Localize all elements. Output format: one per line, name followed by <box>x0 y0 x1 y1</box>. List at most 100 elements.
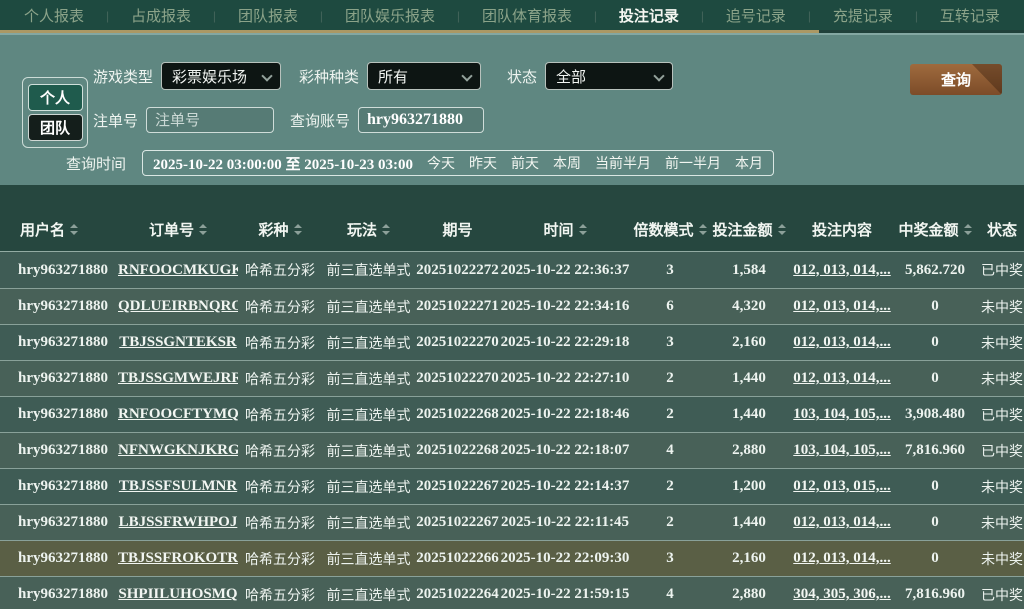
quick-range-button-3[interactable]: 前天 <box>511 153 539 173</box>
cell-bet-content-link[interactable]: 012, 013, 014,... <box>793 334 891 350</box>
cell-bet-content-link[interactable]: 012, 013, 014,... <box>793 262 891 278</box>
cell-bet-content-link[interactable]: 103, 104, 105,... <box>793 406 891 422</box>
column-header[interactable]: 玩法 <box>322 219 415 240</box>
cell-bet-content-link[interactable]: 012, 013, 014,... <box>793 298 891 314</box>
nav-tab-6[interactable]: 投注记录 <box>619 5 679 26</box>
nav-tab-7[interactable]: 追号记录 <box>726 5 786 26</box>
quick-range-button-5[interactable]: 当前半月 <box>595 153 651 173</box>
cell-lottery: 哈希五分彩 <box>245 370 315 387</box>
sort-icon[interactable] <box>382 223 390 235</box>
column-header-label: 彩种 <box>258 221 289 239</box>
cell-order-no: SHPIILUHOSMQ <box>118 586 238 603</box>
order-no-label: 注单号 <box>93 112 139 130</box>
betting-records-page: 个人报表 | 占成报表 | 团队报表 | 团队娱乐报表 | 团队体育报表 | 投注记录 | 追号记录 | 充… <box>0 0 1024 609</box>
cell-bet-content: 304, 305, 306,... <box>788 586 896 603</box>
chevron-down-icon <box>655 72 663 80</box>
sort-icon[interactable] <box>70 223 79 235</box>
column-header[interactable]: 期号 <box>415 219 500 240</box>
nav-tab-4[interactable]: 团队娱乐报表 <box>345 5 435 26</box>
quick-range-button-4[interactable]: 本周 <box>553 153 581 173</box>
column-header[interactable]: 中奖金额 <box>896 219 974 240</box>
cell-order-no-link[interactable]: TBJSSFSULMNR <box>119 478 237 494</box>
cell-bet-content-link[interactable]: 012, 013, 014,... <box>793 514 891 530</box>
quick-range-button-7[interactable]: 本月 <box>735 153 763 173</box>
column-header[interactable]: 状态 <box>974 219 1024 240</box>
column-header[interactable]: 倍数模式 <box>630 219 710 240</box>
nav-tab-2[interactable]: 占成报表 <box>131 5 191 26</box>
scope-personal-button[interactable]: 个人 <box>27 83 83 111</box>
cell-play: 前三直选单式 <box>326 586 411 603</box>
quick-range-button-2[interactable]: 昨天 <box>469 153 497 173</box>
query-button[interactable]: 查询 <box>910 64 1002 95</box>
column-header[interactable]: 投注内容 <box>788 219 896 240</box>
cell-status: 已中奖 <box>981 586 1023 603</box>
cell-order-no: TBJSSFROKOTR <box>118 550 238 567</box>
sort-desc-icon <box>963 230 972 235</box>
cell-time: 2025-10-22 22:29:18 <box>500 334 630 350</box>
cell-username: hry963271880 <box>18 334 108 350</box>
cell-bet-content-link[interactable]: 304, 305, 306,... <box>793 586 891 602</box>
sort-icon[interactable] <box>963 223 972 235</box>
cell-order-no-link[interactable]: LBJSSFRWHPOJ <box>119 514 238 530</box>
nav-tab-9[interactable]: 互转记录 <box>940 5 1000 26</box>
nav-tab-5[interactable]: 团队体育报表 <box>482 5 572 26</box>
sort-icon[interactable] <box>698 223 707 235</box>
nav-tab-1[interactable]: 个人报表 <box>24 5 84 26</box>
cell-bet-content-link[interactable]: 012, 013, 015,... <box>793 478 891 494</box>
table-header-row: 用户名 订单号 彩种 玩法 期号 时间 倍数模式 投注金额 投注内容 中奖金额 状态 <box>0 185 1024 252</box>
game-type-select[interactable]: 彩票娱乐场 <box>161 62 282 90</box>
cell-bet-content-link[interactable]: 012, 013, 014,... <box>793 550 891 566</box>
order-no-input[interactable] <box>146 107 275 133</box>
column-header-label: 倍数模式 <box>633 221 694 239</box>
nav-tab-8[interactable]: 充提记录 <box>833 5 893 26</box>
table-row: hry963271880 SHPIILUHOSMQ 哈希五分彩 前三直选单式 20251… <box>0 576 1024 609</box>
cell-multiplier: 2 <box>666 370 674 386</box>
cell-bet-content-link[interactable]: 103, 104, 105,... <box>793 442 891 458</box>
sort-icon[interactable] <box>777 223 786 235</box>
column-header[interactable]: 订单号 <box>118 219 238 240</box>
cell-order-no-link[interactable]: RNFOOCMKUGKP <box>118 262 238 278</box>
table-row: hry963271880 TBJSSFSULMNR 哈希五分彩 前三直选单式 20251… <box>0 468 1024 504</box>
cell-order-no-link[interactable]: TBJSSGNTEKSR <box>119 334 237 350</box>
daterange-input[interactable]: 2025-10-22 03:00:00 至 2025-10-23 03:00:0 <box>153 153 413 174</box>
cell-username: hry963271880 <box>18 406 108 422</box>
sort-icon[interactable] <box>578 223 587 235</box>
column-header-label: 时间 <box>543 221 574 239</box>
table-row: hry963271880 TBJSSGMWEJRR 哈希五分彩 前三直选单式 20251… <box>0 360 1024 396</box>
cell-play: 前三直选单式 <box>326 442 411 459</box>
cell-order-no-link[interactable]: QDLUEIRBNQRO <box>118 298 238 314</box>
lottery-kind-select[interactable]: 所有 <box>367 62 482 90</box>
sort-desc-icon <box>777 230 786 235</box>
cell-play: 前三直选单式 <box>326 550 411 567</box>
lottery-kind-label: 彩种种类 <box>299 68 360 86</box>
cell-order-no-link[interactable]: SHPIILUHOSMQ <box>118 586 237 602</box>
table-row: hry963271880 RNFOOCFTYMQP 哈希五分彩 前三直选单式 20251… <box>0 396 1024 432</box>
cell-order-no: RNFOOCFTYMQP <box>118 406 238 423</box>
quick-range-button-6[interactable]: 前一半月 <box>665 153 721 173</box>
cell-order-no-link[interactable]: NFNWGKNJKRGL <box>118 442 238 458</box>
sort-asc-icon <box>199 223 207 228</box>
sort-asc-icon <box>382 223 390 228</box>
column-header-label: 用户名 <box>20 221 66 239</box>
status-select[interactable]: 全部 <box>545 62 674 90</box>
nav-tab-3[interactable]: 团队报表 <box>238 5 298 26</box>
column-header[interactable]: 用户名 <box>0 219 118 240</box>
game-type-label: 游戏类型 <box>93 68 154 86</box>
cell-order-no: TBJSSGMWEJRR <box>118 370 238 387</box>
column-header[interactable]: 彩种 <box>238 219 322 240</box>
nav-separator: | <box>807 8 811 23</box>
column-header[interactable]: 时间 <box>500 219 630 240</box>
account-input[interactable] <box>358 107 485 133</box>
scope-team-button[interactable]: 团队 <box>27 114 83 142</box>
sort-icon[interactable] <box>199 223 207 235</box>
filter-row-selects: 游戏类型 彩票娱乐场 彩种种类 所有 状态 全部 <box>93 62 674 90</box>
cell-order-no-link[interactable]: TBJSSGMWEJRR <box>118 370 238 386</box>
cell-order-no-link[interactable]: TBJSSFROKOTR <box>118 550 238 566</box>
sort-icon[interactable] <box>293 223 302 235</box>
cell-order-no-link[interactable]: RNFOOCFTYMQP <box>118 406 238 422</box>
cell-bet-content-link[interactable]: 012, 013, 014,... <box>793 370 891 386</box>
quick-range-button-1[interactable]: 今天 <box>427 153 455 173</box>
column-header[interactable]: 投注金额 <box>710 219 788 240</box>
cell-order-no: TBJSSGNTEKSR <box>118 334 238 351</box>
cell-bet-content: 012, 013, 014,... <box>788 262 896 279</box>
